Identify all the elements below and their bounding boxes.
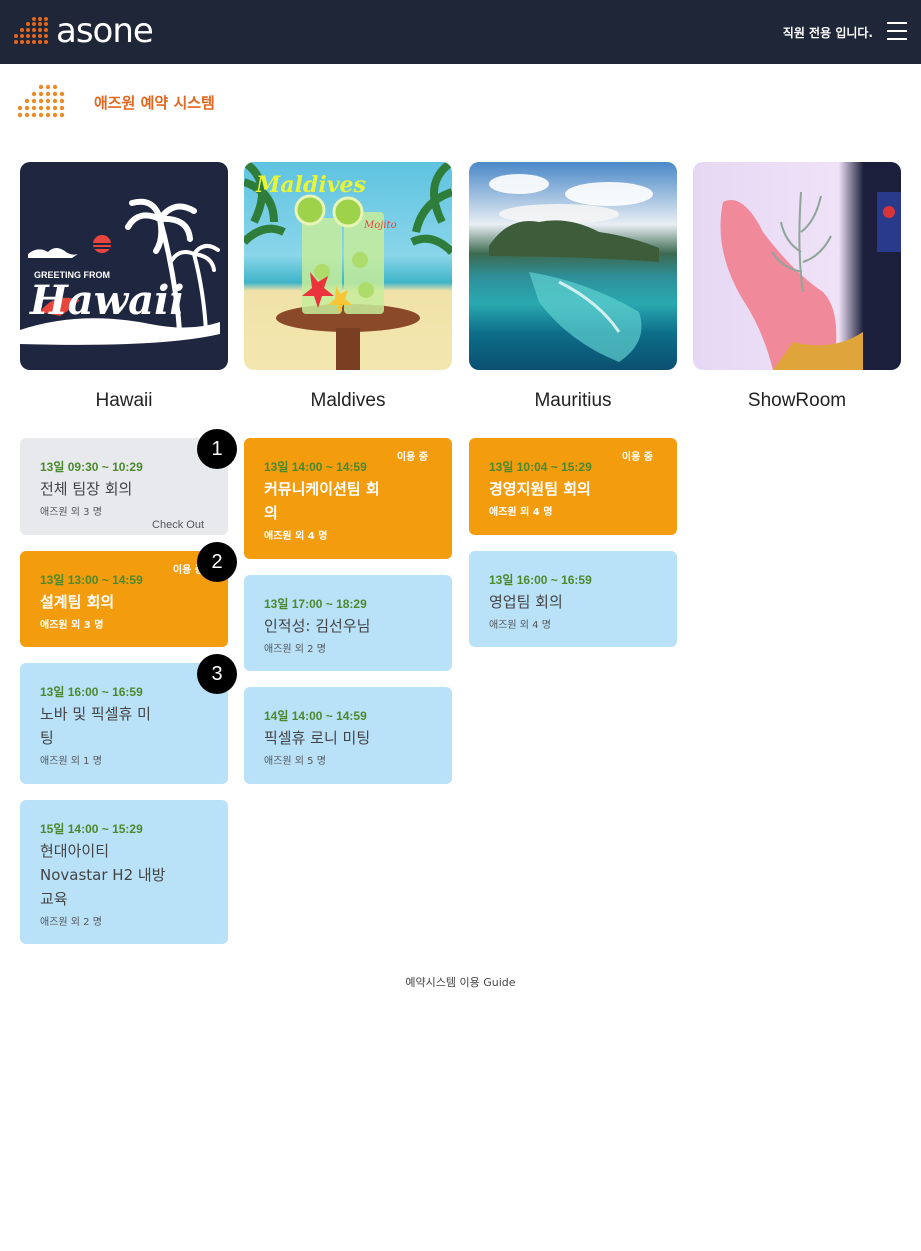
room-maldives[interactable]: Maldives Mojito Maldives	[244, 162, 452, 412]
showroom-illustration	[720, 191, 901, 370]
mauritius-illustration	[489, 174, 659, 362]
staff-only-notice: 직원 전용 입니다.	[782, 26, 873, 40]
top-navigation-bar: asone 직원 전용 입니다.	[0, 0, 921, 64]
booking-attendees: 애즈원 외 3 명	[40, 620, 104, 631]
room-name-mauritius[interactable]: Mauritius	[469, 390, 677, 412]
booking-time: 13일 16:00 ~ 16:59	[489, 573, 592, 587]
annotation-badge-2: 2	[197, 542, 237, 582]
asone-logo-icon[interactable]	[12, 16, 50, 46]
booking-title: 설계팀 회의	[40, 593, 115, 611]
booking-attendees: 애즈원 외 5 명	[264, 756, 326, 767]
booking-title-line-2: 팅	[40, 729, 54, 747]
booking-attendees: 애즈원 외 2 명	[264, 644, 326, 655]
booking-time: 13일 17:00 ~ 18:29	[264, 597, 367, 611]
room-image-maldives[interactable]: Maldives Mojito	[244, 162, 452, 370]
booking-card-maldives-2[interactable]: 13일 17:00 ~ 18:29 인적성: 김선우님 애즈원 외 2 명	[244, 575, 452, 671]
booking-title: 픽셀휴 로니 미팅	[264, 729, 371, 747]
annotation-badge-3: 3	[197, 654, 237, 694]
room-name-maldives[interactable]: Maldives	[244, 390, 452, 412]
maldives-illustration: Maldives Mojito	[244, 162, 452, 370]
check-out-button[interactable]: Check Out	[152, 519, 204, 531]
booking-title: 인적성: 김선우님	[264, 617, 371, 635]
booking-card-mauritius-1[interactable]: 이용 중 13일 10:04 ~ 15:29 경영지원팀 회의 애즈원 외 4 …	[469, 438, 677, 535]
room-hawaii[interactable]: GREETING FROM Hawaii Hawaii	[20, 162, 228, 412]
booking-card-maldives-1[interactable]: 이용 중 13일 14:00 ~ 14:59 커뮤니케이션팀 회 의 애즈원 외…	[244, 438, 452, 559]
mojito-text: Mojito	[363, 220, 397, 231]
booking-time: 13일 16:00 ~ 16:59	[40, 685, 143, 699]
room-name-showroom[interactable]: ShowRoom	[693, 390, 901, 412]
annotation-badge-1: 1	[197, 429, 237, 469]
room-showroom[interactable]: ShowRoom	[693, 162, 901, 412]
brand-wordmark[interactable]: asone	[56, 8, 154, 54]
booking-card-mauritius-2[interactable]: 13일 16:00 ~ 16:59 영업팀 회의 애즈원 외 4 명	[469, 551, 677, 647]
booking-attendees: 애즈원 외 2 명	[40, 917, 102, 928]
booking-title-line-1: 커뮤니케이션팀 회	[264, 480, 380, 498]
booking-title: 경영지원팀 회의	[489, 480, 591, 498]
room-image-mauritius[interactable]	[469, 162, 677, 370]
booking-card-hawaii-3[interactable]: 13일 16:00 ~ 16:59 노바 및 픽셀휴 미 팅 애즈원 외 1 명	[20, 663, 228, 784]
booking-title-line-1: 노바 및 픽셀휴 미	[40, 705, 151, 723]
system-logo-icon	[17, 84, 65, 118]
booking-attendees: 애즈원 외 1 명	[40, 756, 102, 767]
booking-title: 영업팀 회의	[489, 593, 563, 611]
booking-title-line-1: 현대아이티	[40, 842, 110, 860]
room-mauritius[interactable]: Mauritius	[469, 162, 677, 412]
hawaii-script-text: Hawaii	[29, 277, 184, 324]
hamburger-menu-icon[interactable]	[887, 22, 907, 40]
hawaii-illustration: GREETING FROM Hawaii	[20, 198, 220, 345]
booking-card-hawaii-4[interactable]: 15일 14:00 ~ 15:29 현대아이티 Novastar H2 내방 교…	[20, 800, 228, 944]
booking-title-line-2: 의	[264, 504, 278, 522]
room-image-showroom[interactable]	[693, 162, 901, 370]
booking-title: 전체 팀장 회의	[40, 480, 133, 498]
booking-attendees: 애즈원 외 4 명	[489, 507, 553, 518]
booking-attendees: 애즈원 외 4 명	[264, 531, 328, 542]
usage-guide-link[interactable]: 예약시스템 이용 Guide	[0, 974, 921, 990]
room-image-hawaii[interactable]: GREETING FROM Hawaii	[20, 162, 228, 370]
booking-card-maldives-3[interactable]: 14일 14:00 ~ 14:59 픽셀휴 로니 미팅 애즈원 외 5 명	[244, 687, 452, 784]
booking-attendees: 애즈원 외 4 명	[489, 620, 551, 631]
in-use-badge: 이용 중	[621, 452, 653, 463]
booking-time: 13일 09:30 ~ 10:29	[40, 460, 143, 474]
booking-attendees: 애즈원 외 3 명	[40, 507, 102, 518]
in-use-badge: 이용 중	[396, 452, 428, 463]
maldives-title-text: Maldives	[255, 172, 366, 198]
booking-title-line-3: 교육	[40, 890, 68, 908]
system-title: 애즈원 예약 시스템	[94, 94, 215, 112]
booking-time: 14일 14:00 ~ 14:59	[264, 709, 367, 723]
room-name-hawaii[interactable]: Hawaii	[20, 390, 228, 412]
booking-title-line-2: Novastar H2 내방	[40, 866, 166, 884]
booking-time: 15일 14:00 ~ 15:29	[40, 822, 143, 836]
